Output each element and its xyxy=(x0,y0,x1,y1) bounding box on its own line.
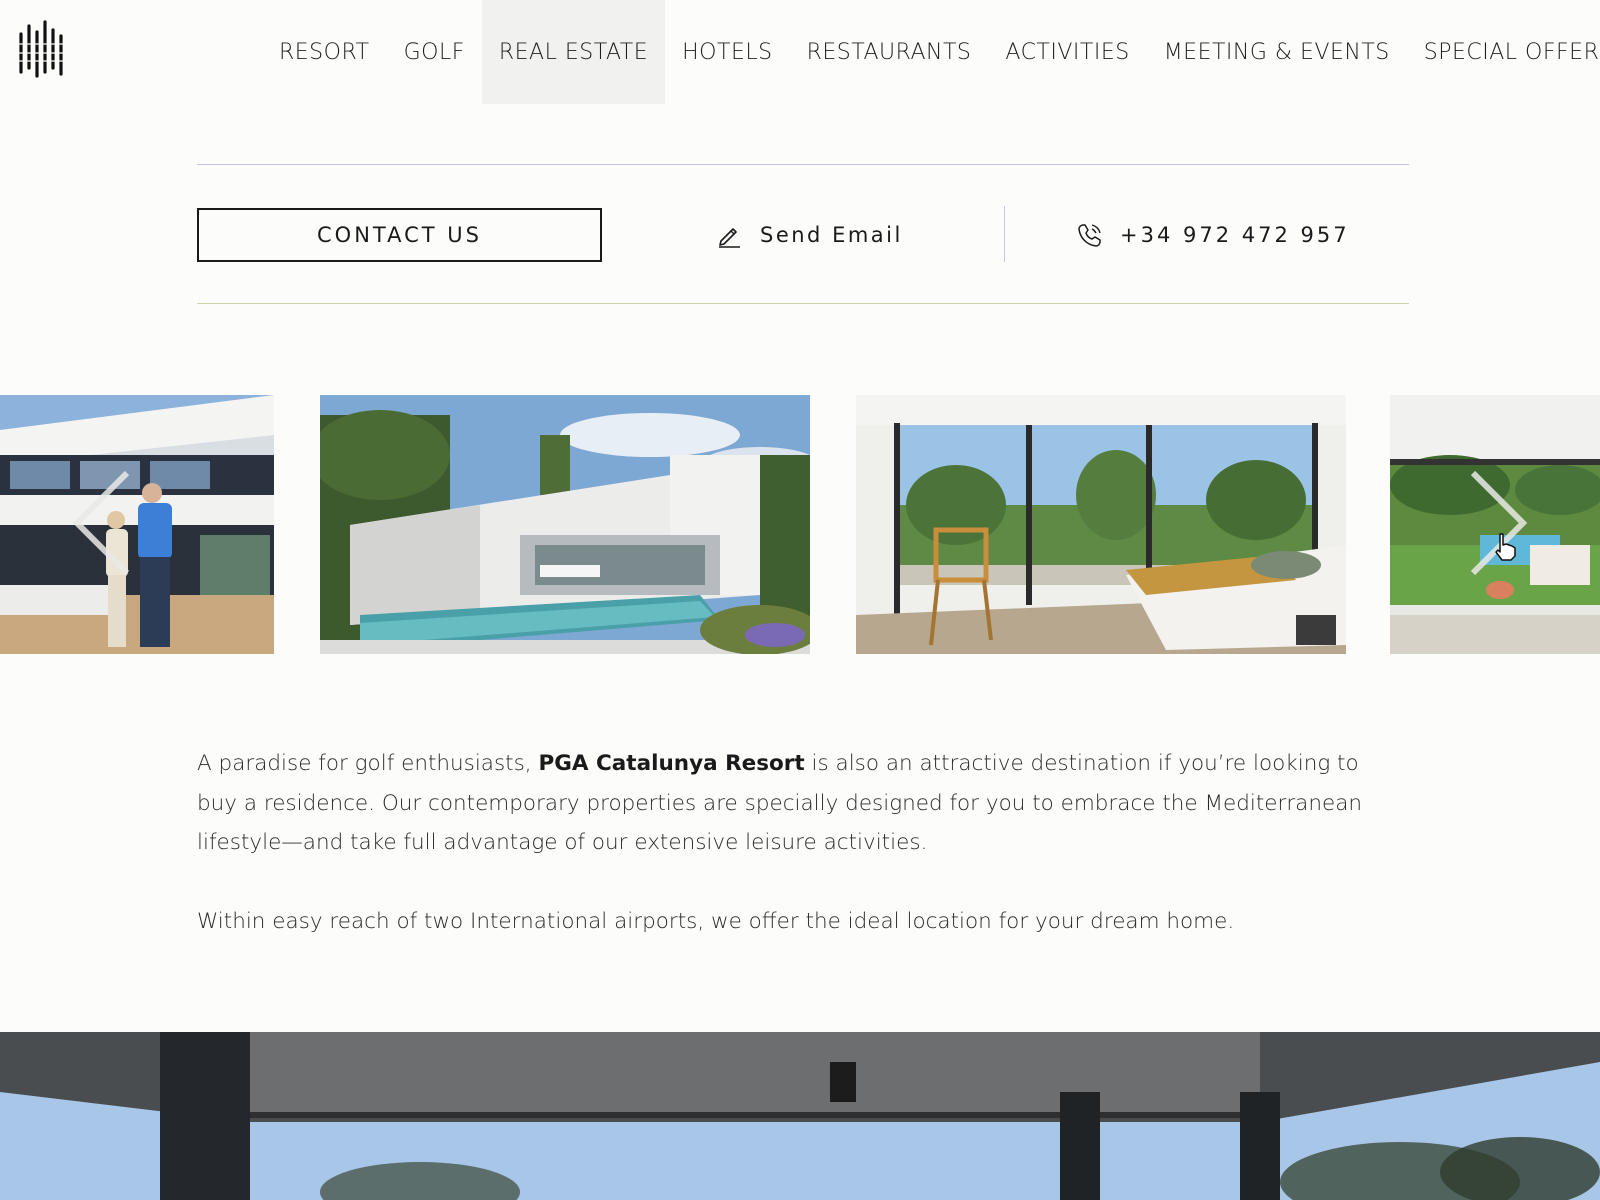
nav-item-restaurants[interactable]: RESTAURANTS xyxy=(790,0,989,104)
property-carousel xyxy=(0,395,1600,654)
phone-icon xyxy=(1078,224,1101,247)
hero-image-architecture xyxy=(0,1032,1600,1200)
contact-divider xyxy=(1004,206,1005,262)
send-email-label: Send Email xyxy=(760,223,903,247)
site-header: RESORT GOLF REAL ESTATE HOTELS RESTAURAN… xyxy=(0,0,1600,104)
carousel-slide-villa-with-pool[interactable] xyxy=(320,395,810,654)
location-paragraph: Within easy reach of two International a… xyxy=(197,909,1235,934)
nav-item-golf[interactable]: GOLF xyxy=(387,0,482,104)
hand-cursor-icon xyxy=(1495,533,1516,561)
chevron-left-icon[interactable] xyxy=(72,468,132,578)
resort-logo[interactable] xyxy=(18,20,68,78)
intro-paragraph: A paradise for golf enthusiasts, PGA Cat… xyxy=(197,744,1397,863)
nav-item-meeting-events[interactable]: MEETING & EVENTS xyxy=(1147,0,1407,104)
nav-item-special-offers[interactable]: SPECIAL OFFERS xyxy=(1407,0,1600,104)
carousel-slide-couple-at-villa[interactable] xyxy=(0,395,274,654)
nav-item-hotels[interactable]: HOTELS xyxy=(665,0,789,104)
intro-text-start: A paradise for golf enthusiasts, xyxy=(197,751,539,776)
phone-number: +34 972 472 957 xyxy=(1120,223,1350,247)
brand-name: PGA Catalunya Resort xyxy=(538,751,805,776)
pencil-icon xyxy=(719,228,740,248)
main-nav: RESORT GOLF REAL ESTATE HOTELS RESTAURAN… xyxy=(262,0,1600,104)
divider-bottom xyxy=(197,303,1409,304)
nav-item-real-estate[interactable]: REAL ESTATE xyxy=(481,0,666,104)
contact-us-button[interactable]: CONTACT US xyxy=(197,208,602,262)
nav-item-resort[interactable]: RESORT xyxy=(262,0,387,104)
carousel-slide-bedroom-view[interactable] xyxy=(856,395,1346,654)
phone-link[interactable]: +34 972 472 957 xyxy=(1076,218,1350,252)
nav-item-activities[interactable]: ACTIVITIES xyxy=(988,0,1146,104)
send-email-link[interactable]: Send Email xyxy=(716,218,903,252)
divider-top xyxy=(197,164,1409,165)
